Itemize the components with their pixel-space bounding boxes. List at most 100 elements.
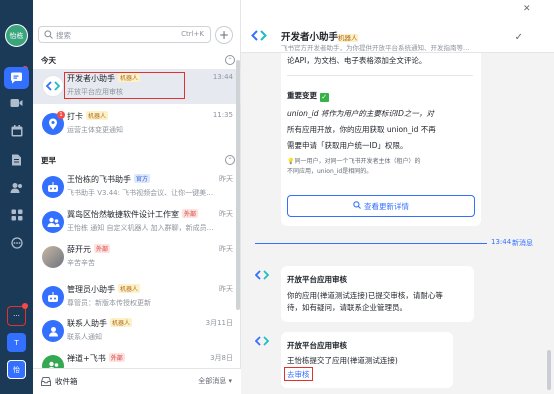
person-photo-icon xyxy=(42,246,64,268)
conversation-name: 联系人助手 机器人 xyxy=(67,318,133,328)
section-label: 更早 xyxy=(41,156,56,165)
nav-docs-icon[interactable] xyxy=(8,153,25,167)
message-card-review-submitted: 开放平台应用审核 你的应用(禅道测试连接)已提交审核，请耐心等 待，如有疑问，请… xyxy=(281,266,474,322)
card-note-line: 💡同一用户，对同一个飞书开发者主体（租户）的 xyxy=(287,158,421,165)
nav-more-icon[interactable] xyxy=(8,236,25,250)
unread-badge: 1 xyxy=(57,111,65,119)
chat-scrollbar[interactable] xyxy=(547,350,551,390)
official-tag: 官方 xyxy=(134,174,151,183)
check-icon[interactable]: ✓ xyxy=(515,32,523,43)
external-tag: 外部 xyxy=(182,209,199,218)
card-note-line: 不同应用，union_id是相同的。 xyxy=(287,168,373,175)
user-avatar[interactable]: 怡栋 xyxy=(5,24,28,47)
conversation-row[interactable]: 冀岛区怡然敏捷软件设计工作室 外部 王怡栋 通知 自定义机器人 加入群聊，新成员…… xyxy=(33,205,241,240)
inbox-icon xyxy=(41,377,51,388)
conversation-preview: 王怡栋 通知 自定义机器人 加入群聊，新成员… xyxy=(67,224,214,232)
card-body: 你的应用(禅道测试连接)已提交审核，请耐心等 待，如有疑问，请联系企业管理员。 xyxy=(287,290,470,314)
search-placeholder: 搜索 xyxy=(56,31,71,40)
conversation-preview: 运营主体变更通知 xyxy=(67,126,123,134)
bot-tag: 机器人 xyxy=(110,318,133,327)
divider-label: 新消息 xyxy=(512,239,533,247)
message-card-update: 论API，为文档、电子表格添加全文评论。 重要变更 ✓ union_id 将作为… xyxy=(281,53,481,226)
chat-header: ✕ 开发者小助手机器人 飞书官方开发者助手，为你提供开放平台系统通知、开发指南等… xyxy=(241,0,554,53)
conversation-time: 昨天 xyxy=(219,210,233,218)
contacts-icon xyxy=(42,320,64,342)
external-tag: 外部 xyxy=(94,244,111,253)
bot-tag: 机器人 xyxy=(86,111,109,120)
conversation-row[interactable]: 薛开元 外部 辛苦辛苦 昨天 xyxy=(33,240,241,275)
external-tag: 外部 xyxy=(108,353,125,362)
nav-messages-icon[interactable] xyxy=(4,67,29,89)
conversation-list-panel: 搜索 Ctrl+K + 今天 ⌃ 开发者小助手 机器人 开放平台应用审核 13:4… xyxy=(33,0,241,394)
section-today[interactable]: 今天 ⌃ xyxy=(33,53,241,67)
conversation-preview: 尊管员：新版本传授权更新 xyxy=(67,299,151,307)
card-body: 王怡栋提交了应用(禅道测试连接) xyxy=(287,356,398,365)
section-label: 今天 xyxy=(41,56,56,65)
card-body-line: 所有应用开放，你的应用获取 union_id 不再 xyxy=(287,125,436,134)
card-body-line: 需要申请「获取用户统一ID」权限。 xyxy=(287,141,408,150)
card-title: 开放平台应用审核 xyxy=(287,341,347,350)
close-icon[interactable]: ✕ xyxy=(523,4,531,14)
conversation-time: 昨天 xyxy=(219,245,233,253)
nav-video-icon[interactable] xyxy=(8,96,25,110)
chat-panel: ✕ 开发者小助手机器人 飞书官方开发者助手，为你提供开放平台系统通知、开发指南等… xyxy=(241,0,554,394)
tenant-user-tile[interactable]: 怡 xyxy=(7,360,26,379)
search-icon xyxy=(44,30,53,41)
tenant-t-tile[interactable]: T xyxy=(7,333,26,352)
nav-workplace-icon[interactable] xyxy=(8,208,25,222)
conversation-name: 打卡 机器人 xyxy=(67,111,109,121)
conversation-preview: 飞书助手 V3.44: 飞书视频会议、让你一键美… xyxy=(67,189,214,197)
conversation-name: 冀岛区怡然敏捷软件设计工作室 外部 xyxy=(67,209,199,219)
conversation-row[interactable]: 王怡栋的飞书助手 官方 飞书助手 V3.44: 飞书视频会议、让你一键美… 昨天 xyxy=(33,170,241,205)
dev-assistant-logo-icon xyxy=(251,30,267,43)
conversation-preview: 联系人通知 xyxy=(67,333,102,341)
conversation-name: 王怡栋的飞书助手 官方 xyxy=(67,174,151,184)
chat-title: 开发者小助手机器人 xyxy=(281,32,358,43)
section-earlier[interactable]: 更早 ⌃ xyxy=(33,153,241,167)
chat-description: 飞书官方开发者助手，为你提供开放平台系统通知、开发指南等… xyxy=(281,44,470,52)
dev-assistant-logo-icon xyxy=(254,270,270,282)
highlight-box xyxy=(284,367,313,381)
card-text: 论API，为文档、电子表格添加全文评论。 xyxy=(287,56,427,65)
collapse-icon[interactable]: ⌃ xyxy=(225,55,235,65)
search-shortcut: Ctrl+K xyxy=(181,30,204,38)
conversation-row[interactable]: 联系人助手 机器人 联系人通知 3月11日 xyxy=(33,314,241,349)
dev-assistant-logo-icon xyxy=(42,75,64,97)
conversation-preview: 辛苦辛苦 xyxy=(67,259,95,267)
card-body-line: 你的应用(禅道测试连接)已提交审核，请耐心等 xyxy=(287,291,443,300)
button-label: 查看更新详情 xyxy=(364,201,409,211)
search-box[interactable]: 搜索 Ctrl+K xyxy=(38,26,211,43)
conversation-time: 3月8日 xyxy=(210,354,233,362)
card-body-line: 待，如有疑问，请联系企业管理员。 xyxy=(287,303,407,312)
conversation-name: 禅道+飞书 外部 xyxy=(67,353,125,363)
add-button[interactable]: + xyxy=(215,26,233,44)
conversation-time: 11:35 xyxy=(212,111,233,119)
divider-time: 13:44 xyxy=(491,238,512,246)
list-scrollbar[interactable] xyxy=(236,60,240,310)
card-title: 开放平台应用审核 xyxy=(287,275,347,284)
conversation-name: 薛开元 外部 xyxy=(67,244,111,254)
admin-robot-icon xyxy=(42,286,64,308)
collapse-icon[interactable]: ⌃ xyxy=(225,155,235,165)
list-footer: 收件箱 全部消息 ▾ xyxy=(33,368,241,394)
rail-ellipsis-icon[interactable]: ··· xyxy=(7,306,26,326)
group-icon xyxy=(42,211,64,233)
bot-tag: 机器人 xyxy=(118,284,141,293)
dev-assistant-logo-icon xyxy=(254,336,270,348)
conversation-time: 昨天 xyxy=(219,285,233,293)
nav-calendar-icon[interactable] xyxy=(8,124,25,138)
bot-tag: 机器人 xyxy=(338,34,358,42)
feishu-window: 怡栋 ··· T 怡 搜索 Ctrl+K + 今天 ⌃ 开发者小助手 机器人 开… xyxy=(0,0,554,394)
conversation-row[interactable]: 管理员小助手 机器人 尊管员：新版本传授权更新 昨天 xyxy=(33,280,241,315)
card-body-line: union_id 将作为用户的主要标识ID之一，对 xyxy=(287,109,434,118)
conversation-time: 昨天 xyxy=(219,175,233,183)
conversation-row[interactable]: 1 打卡 机器人 运营主体变更通知 11:35 xyxy=(33,107,241,142)
inbox-label[interactable]: 收件箱 xyxy=(55,376,78,387)
robot-icon xyxy=(42,176,64,198)
highlight-box xyxy=(64,72,185,99)
message-filter-dropdown[interactable]: 全部消息 ▾ xyxy=(198,376,232,386)
nav-contacts-icon[interactable] xyxy=(8,181,25,195)
search-icon xyxy=(353,201,361,211)
view-update-details-button[interactable]: 查看更新详情 xyxy=(287,195,475,217)
check-mark-icon: ✓ xyxy=(319,93,329,102)
